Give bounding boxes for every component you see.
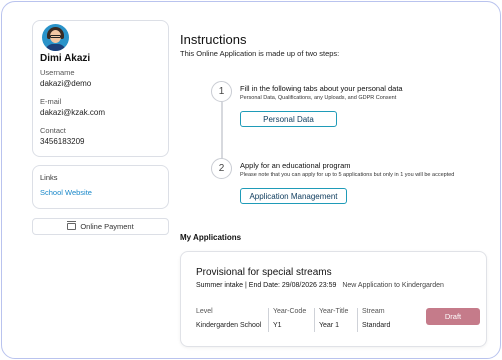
username-label: Username (40, 68, 75, 77)
links-card: Links School Website (32, 165, 169, 209)
year-title-value: Year 1 (319, 322, 339, 329)
column-divider (357, 308, 358, 332)
app-frame: Dimi Akazi Username dakazi@demo E-mail d… (1, 1, 501, 359)
year-code-value: Y1 (273, 322, 282, 329)
application-intake: Summer intake | End Date: 29/08/2026 23:… (196, 282, 444, 289)
profile-card: Dimi Akazi Username dakazi@demo E-mail d… (32, 20, 169, 157)
intake-text: Summer intake | End Date: 29/08/2026 23:… (196, 282, 337, 289)
stream-label: Stream (362, 308, 385, 315)
application-card[interactable]: Provisional for special streams Summer i… (180, 251, 487, 347)
email-label: E-mail (40, 97, 62, 106)
school-website-link[interactable]: School Website (40, 188, 161, 197)
year-title-label: Year-Title (319, 308, 349, 315)
avatar (42, 24, 69, 51)
online-payment-label: Online Payment (80, 222, 134, 231)
personal-data-button[interactable]: Personal Data (240, 111, 337, 127)
level-label: Level (196, 308, 213, 315)
email-value: dakazi@kzak.com (40, 108, 106, 117)
contact-label: Contact (40, 126, 66, 135)
application-description: New Application to Kindergarden (342, 282, 444, 289)
draft-status-button[interactable]: Draft (426, 308, 480, 325)
application-title: Provisional for special streams (196, 267, 332, 278)
column-divider (268, 308, 269, 332)
instructions-subtext: This Online Application is made up of tw… (180, 49, 340, 58)
wallet-icon (67, 221, 77, 230)
year-code-label: Year-Code (273, 308, 307, 315)
links-title: Links (40, 173, 58, 182)
profile-name: Dimi Akazi (40, 53, 91, 64)
steps-connector (221, 102, 223, 160)
username-value: dakazi@demo (40, 79, 92, 88)
level-value: Kindergarden School (196, 322, 262, 329)
instructions-heading: Instructions (180, 32, 247, 47)
step-2-number: 2 (211, 158, 232, 179)
step-2-note: Please note that you can apply for up to… (240, 172, 455, 178)
step-1-number: 1 (211, 81, 232, 102)
my-applications-title: My Applications (180, 233, 242, 242)
application-management-button[interactable]: Application Management (240, 188, 347, 204)
online-payment-button[interactable]: Online Payment (32, 218, 169, 235)
step-1-title: Fill in the following tabs about your pe… (240, 84, 403, 93)
step-1-note: Personal Data, Qualifications, any Uploa… (240, 95, 397, 101)
stream-value: Standard (362, 322, 391, 329)
step-2-title: Apply for an educational program (240, 161, 351, 170)
column-divider (314, 308, 315, 332)
contact-value: 3456183209 (40, 137, 85, 146)
